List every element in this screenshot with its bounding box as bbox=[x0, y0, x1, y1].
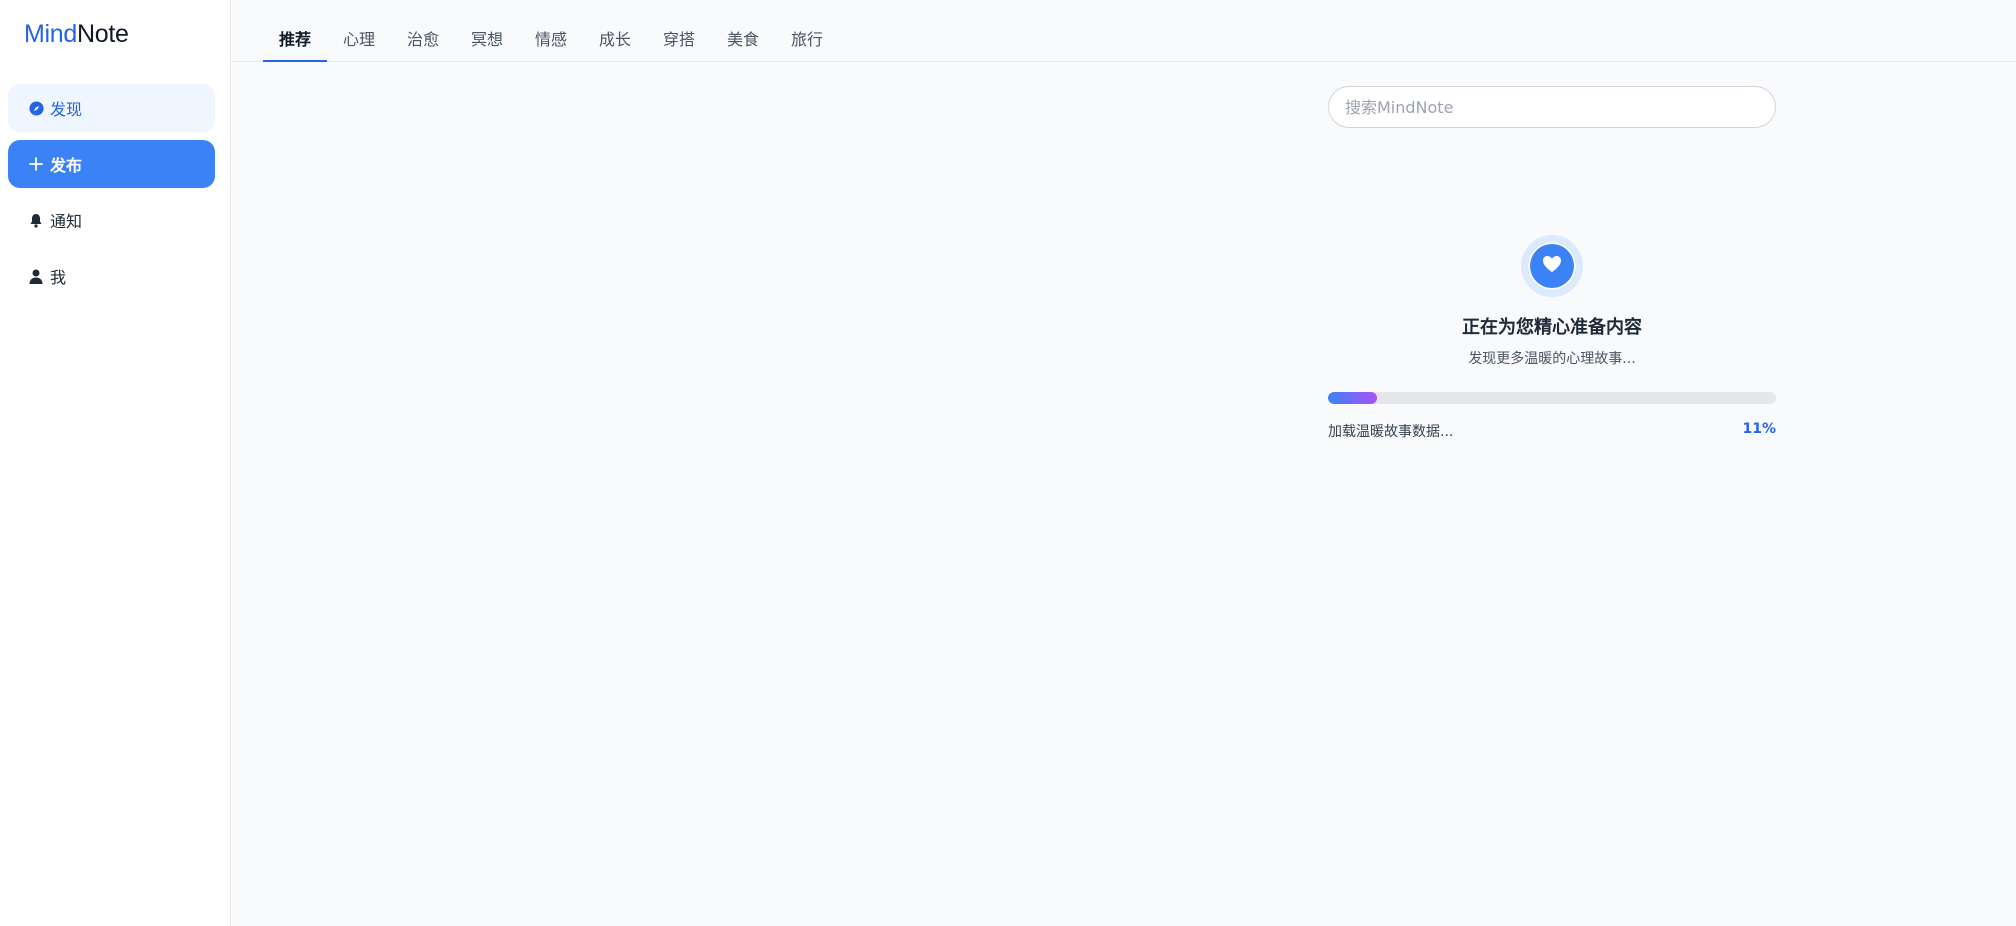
bell-icon bbox=[28, 212, 44, 228]
search-input[interactable] bbox=[1328, 86, 1776, 128]
progress-percent: 11% bbox=[1742, 421, 1776, 437]
progress-fill bbox=[1328, 392, 1378, 404]
loading-spinner bbox=[1521, 235, 1583, 297]
sidebar-item-notify[interactable]: 通知 bbox=[8, 196, 215, 244]
compass-icon bbox=[28, 100, 44, 116]
sidebar-item-me[interactable]: 我 bbox=[8, 252, 215, 300]
tab-psychology[interactable]: 心理 bbox=[327, 26, 391, 62]
tab-meditation[interactable]: 冥想 bbox=[455, 26, 519, 62]
tab-emotion[interactable]: 情感 bbox=[519, 26, 583, 62]
sidebar-item-label: 发现 bbox=[50, 100, 83, 119]
loading-badge bbox=[1528, 242, 1576, 290]
loading-subtitle: 发现更多温暖的心理故事... bbox=[1468, 351, 1636, 367]
sidebar-item-label: 通知 bbox=[50, 212, 83, 231]
loading-title: 正在为您精心准备内容 bbox=[1462, 317, 1642, 338]
user-icon bbox=[28, 268, 44, 284]
logo-part-note: Note bbox=[77, 20, 129, 48]
tab-food[interactable]: 美食 bbox=[711, 26, 775, 62]
heart-icon bbox=[1542, 255, 1562, 277]
plus-icon bbox=[28, 156, 44, 172]
progress-status: 加载温暖故事数据... bbox=[1328, 424, 1454, 440]
logo-part-mind: Mind bbox=[24, 20, 77, 48]
tab-travel[interactable]: 旅行 bbox=[775, 26, 839, 62]
progress-bar bbox=[1328, 392, 1776, 404]
sidebar-item-publish[interactable]: 发布 bbox=[8, 140, 215, 188]
sidebar-item-discover[interactable]: 发现 bbox=[8, 84, 215, 132]
tab-growth[interactable]: 成长 bbox=[583, 26, 647, 62]
logo[interactable]: MindNote bbox=[24, 20, 129, 49]
tab-healing[interactable]: 治愈 bbox=[391, 26, 455, 62]
tab-recommend[interactable]: 推荐 bbox=[263, 26, 328, 62]
app-root: MindNote 发现 发布 通知 我 推荐 心理 治愈 冥想 情感 成长 穿搭… bbox=[0, 0, 2016, 926]
sidebar-item-label: 发布 bbox=[50, 156, 83, 175]
category-tabs: 推荐 心理 治愈 冥想 情感 成长 穿搭 美食 旅行 bbox=[231, 0, 2016, 62]
sidebar-item-label: 我 bbox=[50, 268, 67, 287]
sidebar: MindNote 发现 发布 通知 我 bbox=[0, 0, 231, 926]
tab-outfit[interactable]: 穿搭 bbox=[647, 26, 711, 62]
